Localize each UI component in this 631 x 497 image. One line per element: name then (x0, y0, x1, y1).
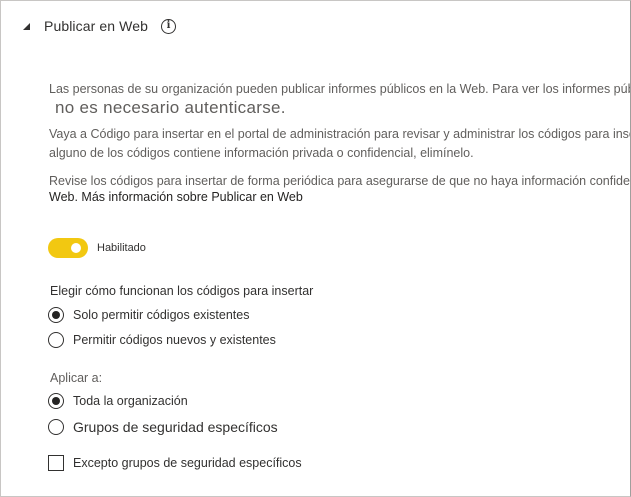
radio-selected-icon[interactable] (48, 307, 64, 323)
description-line: Vaya a Código para insertar en el portal… (49, 127, 631, 141)
apply-to-label: Aplicar a: (50, 371, 103, 385)
radio-label: Toda la organización (73, 394, 188, 408)
toggle-knob (71, 243, 81, 253)
radio-label: Grupos de seguridad específicos (73, 419, 278, 435)
description-line: Las personas de su organización pueden p… (49, 82, 631, 96)
radio-entire-organization[interactable]: Toda la organización (48, 393, 188, 409)
enabled-toggle-row: Habilitado (48, 238, 146, 258)
description-line: Revise los códigos para insertar de form… (49, 174, 631, 188)
radio-existing-codes-only[interactable]: Solo permitir códigos existentes (48, 307, 249, 323)
radio-specific-security-groups[interactable]: Grupos de seguridad específicos (48, 419, 278, 435)
radio-label: Solo permitir códigos existentes (73, 308, 250, 322)
description-line: alguno de los códigos contiene informaci… (49, 146, 474, 160)
radio-label: Permitir códigos nuevos y existentes (73, 333, 276, 347)
settings-panel: Publicar en Web i Las personas de su org… (0, 0, 631, 497)
info-icon[interactable]: i (160, 18, 176, 34)
radio-unselected-icon[interactable] (48, 419, 64, 435)
learn-more-link[interactable]: Web. Más información sobre Publicar en W… (49, 190, 303, 204)
enabled-toggle[interactable] (48, 238, 88, 258)
section-header[interactable]: Publicar en Web i (23, 15, 176, 37)
checkbox-icon[interactable] (48, 455, 64, 471)
radio-unselected-icon[interactable] (48, 332, 64, 348)
radio-new-and-existing-codes[interactable]: Permitir códigos nuevos y existentes (48, 332, 276, 348)
embed-codes-label: Elegir cómo funcionan los códigos para i… (50, 284, 314, 298)
checkbox-label: Excepto grupos de seguridad específicos (73, 456, 302, 470)
section-title: Publicar en Web (44, 18, 148, 34)
radio-selected-icon[interactable] (48, 393, 64, 409)
except-security-groups-checkbox[interactable]: Excepto grupos de seguridad específicos (48, 455, 302, 471)
toggle-label: Habilitado (97, 242, 146, 254)
description-line: no es necesario autenticarse. (55, 98, 286, 117)
collapse-caret-icon[interactable] (23, 23, 30, 30)
